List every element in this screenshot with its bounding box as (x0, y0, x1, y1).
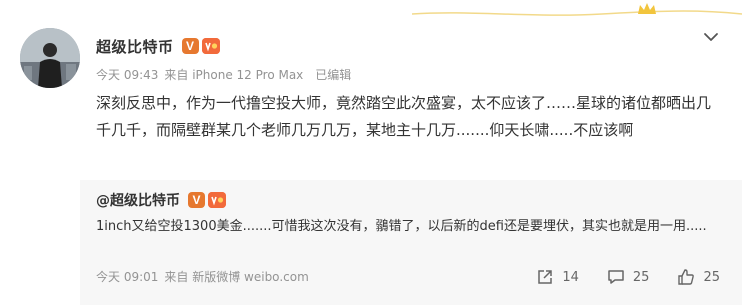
username[interactable]: 超级比特币 (96, 36, 174, 57)
repost-actions: 14 25 25 (508, 268, 720, 286)
repost-time[interactable]: 今天 09:01 (96, 268, 158, 285)
like-count: 25 (703, 269, 720, 285)
post-time[interactable]: 今天 09:43 (96, 66, 158, 83)
chevron-down-icon[interactable] (702, 30, 720, 44)
repost-meta: 今天 09:01 来自 新版微博 weibo.com (96, 268, 309, 285)
share-button[interactable]: 14 (536, 268, 579, 286)
comment-count: 25 (632, 269, 650, 285)
avatar-image (20, 28, 80, 88)
share-count: 14 (562, 269, 579, 285)
repost-text: 1inch又给空投1300美金.......可惜我这次没有，鶸错了，以后新的de… (96, 219, 707, 234)
weibo-post-card: 超级比特币 V 今天 09:43 来自 iPhone 12 Pro Max 已编… (0, 0, 742, 305)
verified-badge: V (181, 38, 199, 54)
repost-member-badge-icon (208, 192, 226, 208)
post-header: 超级比特币 V (96, 36, 220, 56)
repost-block[interactable]: @超级比特币 V 1inch又给空投1300美金.......可惜我这次没有，鶸… (80, 180, 742, 305)
decorative-header-line (412, 3, 742, 16)
comment-button[interactable]: 25 (607, 268, 650, 286)
crown-icon (638, 3, 656, 14)
member-badge-icon (201, 38, 220, 54)
post-text: 深刻反思中，作为一代撸空投大师，竟然踏空此次盛宴，太不应该了……星球的诸位都晒出… (96, 94, 712, 139)
repost-source: 来自 新版微博 weibo.com (164, 270, 309, 284)
repost-header: @超级比特币 V (96, 190, 226, 210)
like-button[interactable]: 25 (677, 268, 720, 286)
repost-verified-badge: V (188, 192, 205, 208)
like-icon (678, 269, 695, 285)
repost-username[interactable]: @超级比特币 (96, 190, 180, 210)
post-meta: 今天 09:43 来自 iPhone 12 Pro Max 已编辑 (96, 66, 351, 83)
edited-label: 已编辑 (315, 68, 352, 82)
avatar[interactable] (20, 28, 80, 88)
comment-icon (608, 270, 624, 284)
share-icon (538, 270, 553, 284)
post-source: 来自 iPhone 12 Pro Max (164, 68, 304, 82)
